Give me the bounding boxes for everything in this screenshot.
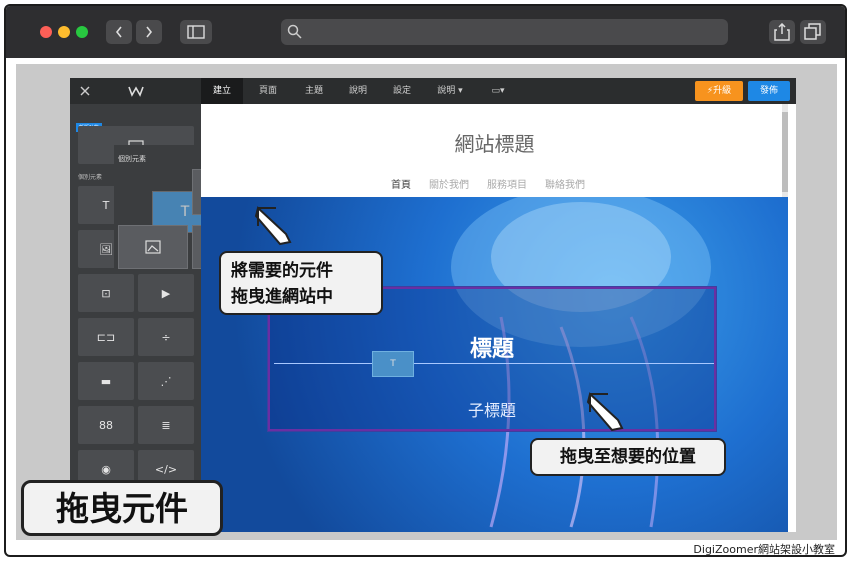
pointer-hand-icon: [254, 206, 292, 246]
share-icon: [774, 23, 790, 41]
dragging-text-element[interactable]: T: [372, 351, 414, 377]
back-button[interactable]: [106, 20, 132, 44]
callout-drag-into-site: 將需要的元件 拖曳進網站中: [219, 251, 383, 315]
image-icon: [145, 240, 161, 254]
element-tile-layout[interactable]: ≣: [138, 406, 194, 444]
nav-item-about[interactable]: 關於我們: [429, 176, 469, 191]
search-icon: [287, 24, 302, 39]
hero-heading[interactable]: 標題: [270, 331, 714, 363]
nav-item-home[interactable]: 首頁: [391, 176, 411, 191]
hero-subheading[interactable]: 子標題: [270, 397, 714, 421]
sidebar-icon: [187, 25, 205, 39]
editor-topbar: 建立 頁面 主題 說明 設定 說明 ▾ ▭▾ ⚡升級 發佈: [70, 78, 796, 104]
element-tile-columns[interactable]: 88: [78, 406, 134, 444]
tab-pages[interactable]: 頁面: [248, 78, 288, 104]
element-tile-slider[interactable]: ⊏⊐: [78, 318, 134, 356]
zoom-window-dot[interactable]: [76, 26, 88, 38]
element-tile-slideshow[interactable]: ⊡: [78, 274, 134, 312]
device-preview-toggle[interactable]: ▭▾: [480, 78, 516, 104]
callout-line-2: 拖曳進網站中: [231, 287, 333, 307]
pointer-hand-icon-2: [586, 392, 624, 432]
tab-build[interactable]: 建立: [201, 78, 243, 104]
address-bar[interactable]: [281, 19, 728, 45]
tab-help-1[interactable]: 說明: [338, 78, 378, 104]
ghost-image-tile[interactable]: [118, 225, 188, 269]
chevron-right-icon: [146, 26, 153, 38]
site-nav: 首頁 關於我們 服務項目 聯絡我們: [391, 176, 631, 191]
elements-section-label: 個別元素: [78, 174, 103, 181]
tabs-overview-button[interactable]: [800, 20, 826, 44]
element-tile-divider[interactable]: ÷: [138, 318, 194, 356]
callout-drag-to-position: 拖曳至想要的位置: [530, 438, 726, 476]
tab-help-dropdown[interactable]: 說明 ▾: [426, 78, 474, 104]
share-button[interactable]: [769, 20, 795, 44]
element-tile-video[interactable]: ▶: [138, 274, 194, 312]
tabs-icon: [804, 23, 821, 40]
footer-credit: DigiZoomer網站架設小教室: [693, 543, 835, 556]
nav-item-services[interactable]: 服務項目: [487, 176, 527, 191]
callout-line-1: 將需要的元件: [231, 261, 333, 281]
minimize-window-dot[interactable]: [58, 26, 70, 38]
close-icon[interactable]: [80, 86, 90, 96]
element-tile-social[interactable]: ⋰: [138, 362, 194, 400]
upgrade-button[interactable]: ⚡升級: [695, 81, 743, 101]
tab-theme[interactable]: 主題: [294, 78, 334, 104]
sidebar-toggle-button[interactable]: [180, 20, 212, 44]
drag-popup-label: 個別元素: [118, 155, 146, 163]
site-title[interactable]: 網站標題: [201, 128, 788, 157]
nav-item-contact[interactable]: 聯絡我們: [545, 176, 585, 191]
weebly-logo-icon: [128, 86, 144, 97]
chevron-left-icon: [115, 26, 122, 38]
big-label-drag-element: 拖曳元件: [21, 480, 223, 536]
browser-window: 建立 頁面 主題 說明 設定 說明 ▾ ▭▾ ⚡升級 發佈 新版功能 個別元素 …: [4, 4, 847, 557]
browser-toolbar: [6, 6, 845, 58]
forward-button[interactable]: [136, 20, 162, 44]
close-window-dot[interactable]: [40, 26, 52, 38]
tab-settings[interactable]: 設定: [382, 78, 422, 104]
publish-button[interactable]: 發佈: [748, 81, 790, 101]
drop-indicator-line: [274, 363, 714, 364]
element-tile-button[interactable]: ▬: [78, 362, 134, 400]
